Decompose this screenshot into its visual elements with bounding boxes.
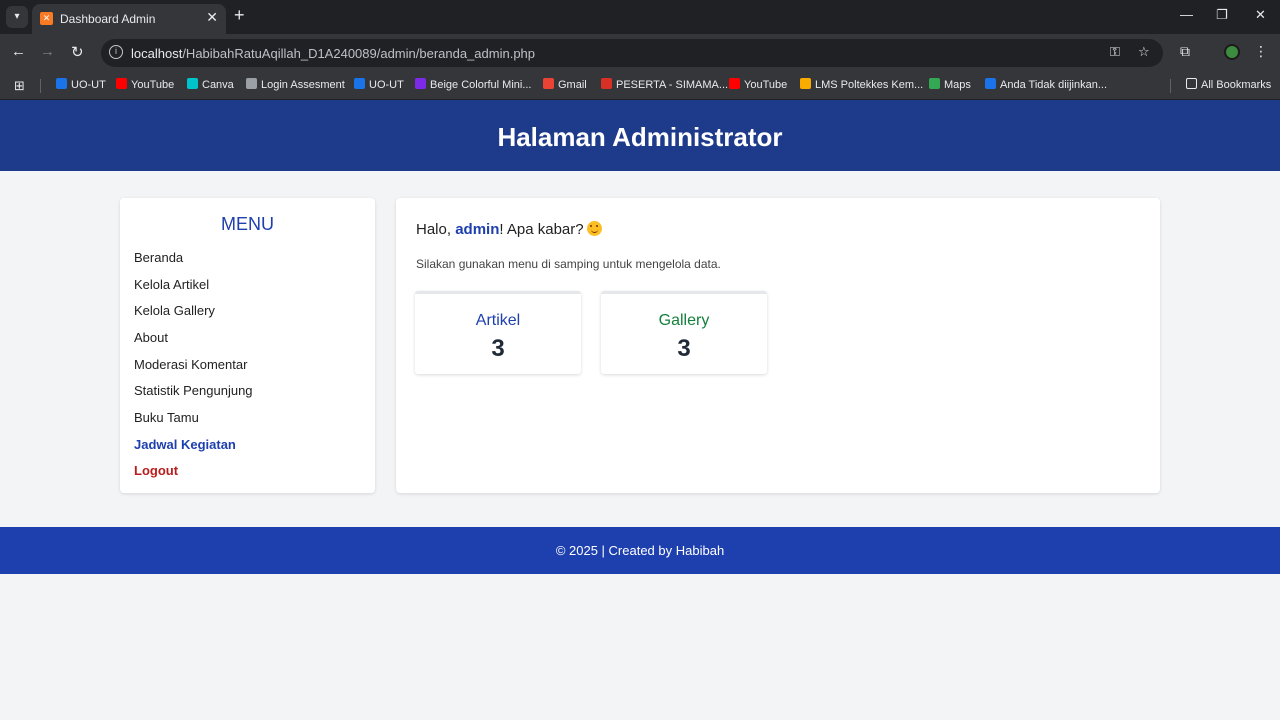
- bookmark-label: Login Assesment: [261, 79, 345, 91]
- page-header: Halaman Administrator: [0, 100, 1280, 171]
- browser-toolbar: ← → ↻ i localhost/HabibahRatuAqillah_D1A…: [0, 34, 1280, 72]
- site-info-icon[interactable]: i: [109, 45, 123, 59]
- sidebar-item-buku-tamu[interactable]: Buku Tamu: [134, 410, 199, 425]
- bookmark-label: Canva: [202, 79, 234, 91]
- footer-text: © 2025 | Created by Habibah: [555, 543, 725, 558]
- forward-arrow-icon[interactable]: →: [40, 43, 55, 60]
- main-content: Halo, admin! Apa kabar? Silakan gunakan …: [396, 198, 1160, 493]
- restore-icon[interactable]: ❐: [1216, 7, 1228, 23]
- bookmark-label: UO-UT: [369, 79, 404, 91]
- smile-emoji-icon: [586, 221, 602, 236]
- browser-tab-bar: ▾ ✕ Dashboard Admin ✕ + — ❐ ✕: [0, 0, 1280, 34]
- bookmark-canva[interactable]: Canva: [187, 78, 234, 91]
- profile-avatar[interactable]: [1224, 44, 1240, 60]
- youtube-icon: [116, 78, 127, 89]
- reload-icon[interactable]: ↻: [71, 43, 84, 61]
- sidebar-menu: MENU Beranda Kelola Artikel Kelola Galle…: [120, 198, 375, 493]
- sidebar-item-kelola-artikel[interactable]: Kelola Artikel: [134, 277, 209, 292]
- bookmark-uo-ut[interactable]: UO-UT: [56, 78, 106, 91]
- new-tab-icon[interactable]: +: [234, 5, 245, 26]
- tab-title: Dashboard Admin: [60, 12, 156, 26]
- bookmark-label: Maps: [944, 79, 971, 91]
- bookmark-label: Gmail: [558, 79, 587, 91]
- bookmark-anda-tidak[interactable]: Anda Tidak diijinkan...: [985, 78, 1107, 91]
- url-path: /HabibahRatuAqillah_D1A240089/admin/bera…: [182, 46, 536, 61]
- url-text[interactable]: localhost/HabibahRatuAqillah_D1A240089/a…: [131, 46, 535, 61]
- bookmark-favicon-icon: [985, 78, 996, 89]
- stat-card-artikel: Artikel 3: [415, 291, 581, 374]
- bookmarks-bar: ⊞ UO-UT YouTube Canva Login Assesment UO…: [0, 72, 1280, 100]
- bookmark-label: YouTube: [744, 79, 788, 91]
- instruction-text: Silakan gunakan menu di samping untuk me…: [416, 257, 721, 271]
- canva-icon: [415, 78, 426, 89]
- bookmark-favicon-icon: [601, 78, 612, 89]
- all-bookmarks-label: All Bookmarks: [1201, 79, 1272, 91]
- bookmark-uo-ut-2[interactable]: UO-UT: [354, 78, 404, 91]
- all-bookmarks-button[interactable]: All Bookmarks: [1186, 78, 1271, 91]
- greeting: Halo, admin! Apa kabar?: [416, 221, 602, 238]
- bookmark-favicon-icon: [354, 78, 365, 89]
- bookmark-lms-poltekkes[interactable]: LMS Poltekkes Kem...: [800, 78, 923, 91]
- xampp-favicon-icon: ✕: [40, 12, 53, 25]
- stat-label-artikel: Artikel: [475, 312, 521, 329]
- bookmark-beige-colorful[interactable]: Beige Colorful Mini...: [415, 78, 532, 91]
- bookmark-login-assesment[interactable]: Login Assesment: [246, 78, 345, 91]
- bookmark-separator: [40, 79, 41, 93]
- url-host: localhost: [131, 46, 183, 61]
- password-key-icon[interactable]: ⚿: [1110, 44, 1120, 60]
- bookmark-label: PESERTA - SIMAMA...: [616, 79, 729, 91]
- bookmark-label: UO-UT: [71, 79, 106, 91]
- youtube-icon: [729, 78, 740, 89]
- username: admin: [455, 221, 500, 238]
- bookmark-label: Anda Tidak diijinkan...: [1000, 79, 1108, 91]
- close-tab-icon[interactable]: ✕: [206, 9, 218, 26]
- folder-icon: [1186, 78, 1197, 89]
- bookmark-label: YouTube: [131, 79, 175, 91]
- bookmark-youtube-2[interactable]: YouTube: [729, 78, 787, 91]
- menu-title: MENU: [221, 214, 274, 234]
- sidebar-item-kelola-gallery[interactable]: Kelola Gallery: [134, 303, 215, 318]
- maps-pin-icon: [929, 78, 940, 89]
- minimize-icon[interactable]: —: [1180, 7, 1193, 22]
- stat-card-gallery: Gallery 3: [601, 291, 767, 374]
- apps-grid-icon[interactable]: ⊞: [14, 78, 25, 94]
- address-bar[interactable]: i localhost/HabibahRatuAqillah_D1A240089…: [101, 39, 1163, 67]
- bookmark-peserta-simama[interactable]: PESERTA - SIMAMA...: [601, 78, 728, 91]
- sidebar-item-jadwal-kegiatan[interactable]: Jadwal Kegiatan: [134, 437, 236, 452]
- stat-value-artikel: 3: [491, 335, 505, 362]
- tab-search-icon[interactable]: ▾: [6, 6, 28, 28]
- stat-label-gallery: Gallery: [658, 312, 710, 329]
- sidebar-item-beranda[interactable]: Beranda: [134, 250, 183, 265]
- bookmark-star-icon[interactable]: ☆: [1138, 44, 1150, 60]
- bookmark-gmail[interactable]: Gmail: [543, 78, 587, 91]
- sidebar-item-statistik-pengunjung[interactable]: Statistik Pengunjung: [134, 383, 253, 398]
- sidebar-item-about[interactable]: About: [134, 330, 168, 345]
- bookmark-maps[interactable]: Maps: [929, 78, 971, 91]
- gmail-icon: [543, 78, 554, 89]
- page-footer: © 2025 | Created by Habibah: [0, 527, 1280, 574]
- back-arrow-icon[interactable]: ←: [11, 43, 26, 60]
- canva-icon: [187, 78, 198, 89]
- stat-value-gallery: 3: [677, 335, 691, 362]
- extensions-icon[interactable]: ⧉: [1180, 43, 1190, 60]
- page-title: Halaman Administrator: [497, 122, 783, 152]
- bookmark-favicon-icon: [800, 78, 811, 89]
- globe-icon: [246, 78, 257, 89]
- greeting-prefix: Halo,: [416, 221, 456, 238]
- sidebar-item-moderasi-komentar[interactable]: Moderasi Komentar: [134, 357, 247, 372]
- more-menu-icon[interactable]: ⋮: [1254, 43, 1268, 60]
- bookmark-label: Beige Colorful Mini...: [430, 79, 532, 91]
- bookmark-separator: [1170, 79, 1171, 93]
- bookmark-favicon-icon: [56, 78, 67, 89]
- sidebar-item-logout[interactable]: Logout: [134, 463, 178, 478]
- greeting-suffix: ! Apa kabar?: [499, 221, 584, 238]
- bookmark-label: LMS Poltekkes Kem...: [815, 79, 924, 91]
- active-tab[interactable]: ✕ Dashboard Admin ✕: [32, 4, 226, 34]
- bookmark-youtube[interactable]: YouTube: [116, 78, 174, 91]
- close-window-icon[interactable]: ✕: [1255, 7, 1266, 23]
